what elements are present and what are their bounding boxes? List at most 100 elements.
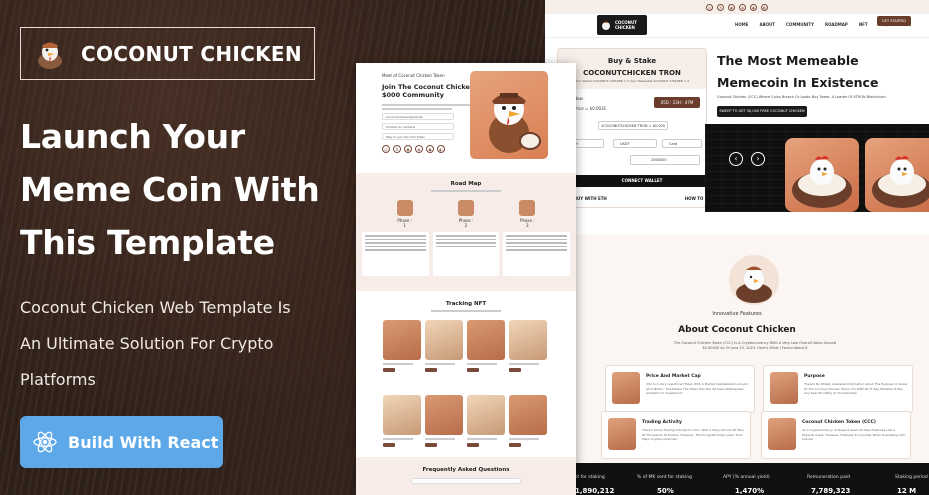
feature-image	[608, 418, 636, 450]
phase-label: Phase : 1	[397, 218, 412, 228]
nav-item-about[interactable]: ABOUT	[759, 22, 775, 27]
text-placeholder	[435, 242, 497, 244]
nav-item-roadmap[interactable]: ROADMAP	[825, 22, 848, 27]
nft-buy-button[interactable]	[509, 368, 521, 372]
prev-arrow-icon[interactable]: ‹	[729, 152, 743, 166]
about-avatar	[729, 255, 779, 305]
m1-field[interactable]: Way to join the CCC token	[382, 133, 454, 140]
site-logo[interactable]: COCONUT CHICKEN	[597, 15, 647, 35]
nft-image	[383, 320, 421, 360]
buy-stake-widget: Buy & Stake COCONUTCHICKEN TRON Your Sta…	[557, 48, 716, 208]
nft-buy-button[interactable]	[467, 368, 479, 372]
discord-icon[interactable]: ◐	[437, 145, 445, 153]
text-placeholder	[365, 238, 426, 240]
coconut-chicken-illustration	[792, 155, 852, 208]
promo-subline: Coconut Chicken Web Template Is An Ultim…	[20, 290, 360, 398]
nav-item-community[interactable]: COMMUNITY	[786, 22, 814, 27]
stat-value: 7,789,323	[811, 487, 851, 495]
youtube-icon[interactable]: ◆	[426, 145, 434, 153]
instagram-icon[interactable]: ◎	[382, 145, 390, 153]
x-icon[interactable]: X	[717, 3, 724, 11]
telegram-icon[interactable]: ◉	[404, 145, 412, 153]
build-with-react-button[interactable]: Build With React	[20, 416, 223, 468]
reddit-icon[interactable]: ◈	[415, 145, 423, 153]
text-placeholder	[382, 108, 452, 110]
stat-label: APY (% annual yield)	[723, 475, 770, 480]
innovative-label: Innovative Features	[712, 311, 762, 317]
instagram-icon[interactable]: ◎	[706, 3, 713, 11]
text-placeholder	[509, 438, 539, 440]
telegram-icon[interactable]: ◉	[728, 3, 735, 11]
text-placeholder	[365, 249, 426, 251]
nft-card[interactable]	[425, 395, 463, 465]
connect-wallet-button[interactable]: CONNECT WALLET	[568, 175, 716, 187]
nft-card[interactable]	[383, 320, 421, 390]
nft-buy-button[interactable]	[425, 443, 437, 447]
nft-card[interactable]	[509, 320, 547, 390]
hero-title: The Most Memeable Memecoin In Existence	[717, 50, 917, 94]
nft-buy-button[interactable]	[467, 443, 479, 447]
nav-item-nft[interactable]: NFT	[859, 22, 868, 27]
get-started-button[interactable]: GET STARTED	[877, 16, 911, 26]
x-icon[interactable]: X	[393, 145, 401, 153]
amount-input[interactable]: 2000000	[630, 155, 700, 165]
text-placeholder	[365, 245, 426, 247]
stat-label: Remuneration paid	[807, 475, 850, 480]
m1-hero: Meet of Coconut Chicken Token Join The C…	[356, 63, 576, 173]
nft-card[interactable]	[467, 395, 505, 465]
buy-subtitle: Your Staked COCONUT CHICKEN = 0 Your Sta…	[574, 79, 690, 83]
chicken-mascot-icon	[38, 42, 62, 69]
reddit-icon[interactable]: ◈	[739, 3, 746, 11]
nav-item-home[interactable]: HOME	[735, 22, 748, 27]
about-section: Innovative Features About Coconut Chicke…	[545, 235, 929, 463]
buy-links: BUY WITH ETH HOW TO BUY	[574, 196, 714, 201]
discord-icon[interactable]: ◐	[761, 3, 768, 11]
nft-image	[425, 395, 463, 435]
hero-title-line: The Most Memeable	[717, 53, 859, 68]
nft-image	[425, 320, 463, 360]
text-placeholder	[365, 242, 426, 244]
nft-buy-button[interactable]	[383, 443, 395, 447]
nft-image	[383, 395, 421, 435]
nft-image	[509, 395, 547, 435]
m1-roadmap-section: Road Map Phase : 1 Phase : 2 Phase : 3	[356, 173, 576, 291]
nft-card[interactable]	[425, 320, 463, 390]
pay-card-option[interactable]: Card	[662, 139, 702, 148]
text-placeholder	[435, 245, 497, 247]
nft-grid	[356, 312, 576, 465]
roadmap-card	[432, 232, 500, 276]
nft-buy-button[interactable]	[509, 443, 521, 447]
feature-image	[612, 372, 640, 404]
faq-item[interactable]	[411, 478, 521, 484]
about-title: About Coconut Chicken	[678, 325, 796, 335]
m1-field[interactable]: Chicken & chickens	[382, 123, 454, 130]
text-placeholder	[506, 249, 568, 251]
roadmap-card	[503, 232, 571, 276]
youtube-icon[interactable]: ◆	[750, 3, 757, 11]
mockup-desktop-page: ◎ X ◉ ◈ ◆ ◐ COCONUT CHICKEN HOME ABOUT C…	[545, 0, 929, 495]
phase: Phase : 1	[396, 200, 414, 228]
hero-cta-button[interactable]: SWEEP TO GET 50,000 FREE COCONUT CHICKEN	[717, 106, 807, 117]
nft-card[interactable]	[467, 320, 505, 390]
text-placeholder	[506, 238, 568, 240]
feature-description: There's Some Trading Activity For CCC, W…	[642, 428, 744, 441]
feature-title: Purpose	[804, 374, 825, 379]
text-placeholder	[509, 363, 539, 365]
buy-token-title: COCONUTCHICKEN TRON	[583, 69, 681, 77]
text-placeholder	[467, 363, 497, 365]
nft-title: Tracking NFT	[445, 301, 487, 307]
m1-field[interactable]: Coconutchicken@ethnet	[382, 113, 454, 120]
mockup-mobile-page: Meet of Coconut Chicken Token Join The C…	[356, 63, 576, 495]
pay-usdt-option[interactable]: USDT	[613, 139, 657, 148]
roadmap-cards	[356, 228, 576, 276]
feature-card: Coconut Chicken Token (CCC) As A Cryptoc…	[761, 411, 911, 459]
nft-buy-button[interactable]	[383, 368, 395, 372]
nft-buy-button[interactable]	[425, 368, 437, 372]
next-arrow-icon[interactable]: ›	[751, 152, 765, 166]
staking-stats-bar: current for staking 1,890,212 % of MK se…	[545, 463, 929, 495]
build-with-react-label: Build With React	[68, 432, 219, 452]
stat-label: % of MK sent for staking	[637, 475, 692, 480]
nft-card[interactable]	[383, 395, 421, 465]
buy-with-eth-link[interactable]: BUY WITH ETH	[574, 196, 607, 201]
nft-card[interactable]	[509, 395, 547, 465]
